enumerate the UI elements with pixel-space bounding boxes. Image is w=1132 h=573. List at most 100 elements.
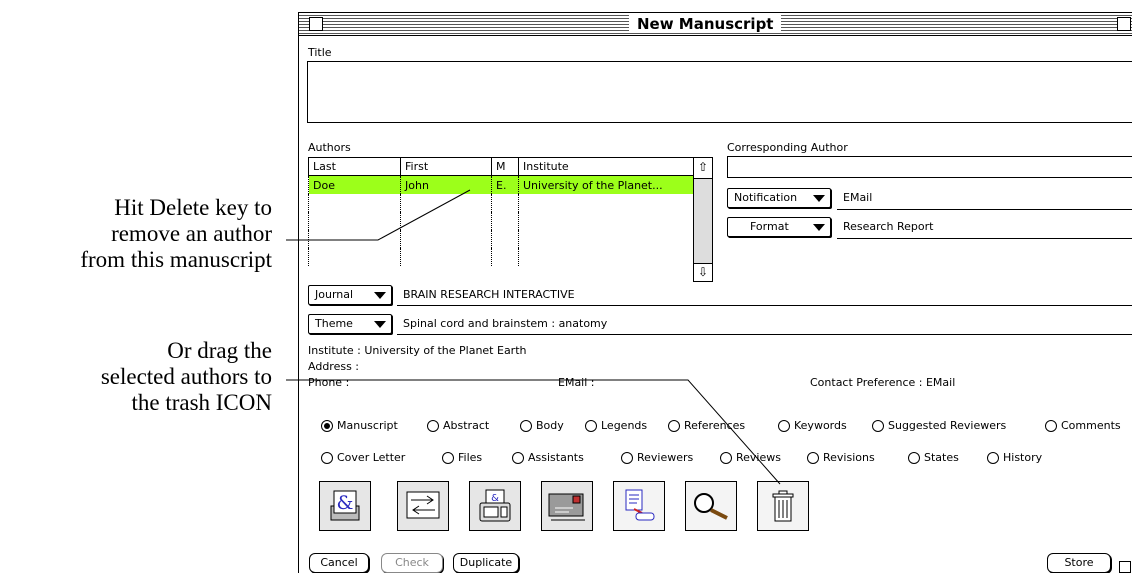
notification-popup[interactable]: Notification <box>727 188 831 208</box>
close-box[interactable] <box>309 17 323 31</box>
radio-cover-letter[interactable]: Cover Letter <box>321 451 405 464</box>
radio-files[interactable]: Files <box>442 451 482 464</box>
theme-value: Spinal cord and brainstem : anatomy <box>403 317 608 330</box>
author-row-empty[interactable] <box>308 248 694 266</box>
radio-dot-icon <box>442 451 454 464</box>
author-institute: University of the Planet... <box>518 175 694 194</box>
svg-text:&: & <box>491 493 499 504</box>
address-info: Address : <box>308 360 360 373</box>
journal-popup[interactable]: Journal <box>308 285 392 305</box>
resize-grip-icon[interactable] <box>1119 561 1131 573</box>
author-row-empty[interactable] <box>308 194 694 212</box>
radio-reviews[interactable]: Reviews <box>720 451 781 464</box>
journal-underline <box>397 305 1132 306</box>
magnifier-icon <box>694 493 728 520</box>
window-title: New Manuscript <box>629 15 782 33</box>
fax-button[interactable]: & <box>469 481 521 531</box>
format-popup[interactable]: Format <box>727 217 831 237</box>
scroll-track[interactable] <box>694 178 712 264</box>
format-popup-label: Format <box>750 220 789 233</box>
radio-revisions[interactable]: Revisions <box>807 451 875 464</box>
radio-dot-icon <box>908 451 920 464</box>
cancel-button[interactable]: Cancel <box>309 553 369 573</box>
scroll-down-arrow-icon[interactable]: ⇩ <box>696 265 710 279</box>
fax-icon: & <box>479 489 511 522</box>
format-value: Research Report <box>843 220 934 233</box>
mail-button[interactable] <box>541 481 593 531</box>
title-label: Title <box>308 46 332 59</box>
zoom-box[interactable] <box>1117 17 1131 31</box>
theme-underline <box>397 334 1132 335</box>
radio-keywords[interactable]: Keywords <box>778 419 847 432</box>
radio-abstract[interactable]: Abstract <box>427 419 489 432</box>
envelope-icon <box>548 493 585 521</box>
phone-info: Phone : <box>308 376 350 389</box>
radio-dot-icon <box>720 451 732 464</box>
author-row-empty[interactable] <box>308 212 694 230</box>
email-info: EMail : <box>558 376 595 389</box>
radio-dot-icon <box>1045 419 1057 432</box>
radio-dot-icon <box>585 419 597 432</box>
svg-text:&: & <box>337 492 354 514</box>
radio-reviewers[interactable]: Reviewers <box>621 451 693 464</box>
corresponding-author-label: Corresponding Author <box>727 141 848 154</box>
radio-dot-icon <box>668 419 680 432</box>
corresponding-author-field[interactable] <box>727 156 1132 178</box>
column-header-last[interactable]: Last <box>308 157 401 176</box>
radio-legends[interactable]: Legends <box>585 419 647 432</box>
notification-value: EMail <box>843 191 873 204</box>
drag-callout: Or drag the selected authors to the tras… <box>101 338 272 416</box>
document-export-button[interactable] <box>613 481 665 531</box>
radio-manuscript[interactable]: Manuscript <box>321 419 398 432</box>
drag-callout-line: the trash ICON <box>131 390 272 415</box>
radio-references[interactable]: References <box>668 419 745 432</box>
radio-dot-icon <box>807 451 819 464</box>
duplicate-button[interactable]: Duplicate <box>453 553 519 573</box>
column-header-middle[interactable]: M <box>491 157 519 176</box>
radio-dot-icon <box>321 451 333 464</box>
radio-dot-icon <box>512 451 524 464</box>
theme-popup[interactable]: Theme <box>308 314 392 334</box>
authors-table[interactable]: Last First M Institute Doe John E. Unive… <box>308 157 694 266</box>
store-button[interactable]: Store <box>1047 553 1111 573</box>
trash-button[interactable] <box>757 481 809 531</box>
author-row[interactable]: Doe John E. University of the Planet... <box>308 175 694 194</box>
drag-callout-line: Or drag the <box>167 338 272 363</box>
radio-dot-icon <box>427 419 439 432</box>
trash-icon <box>772 490 794 522</box>
journal-popup-label: Journal <box>315 288 354 301</box>
new-manuscript-window: New Manuscript Title Authors Last First … <box>298 12 1132 573</box>
author-first: John <box>400 175 492 194</box>
radio-assistants[interactable]: Assistants <box>512 451 584 464</box>
radio-states[interactable]: States <box>908 451 959 464</box>
popup-arrow-icon <box>813 224 825 231</box>
radio-comments[interactable]: Comments <box>1045 419 1121 432</box>
author-card-button[interactable]: & <box>319 481 371 531</box>
search-button[interactable] <box>685 481 737 531</box>
author-card-icon: & <box>330 490 360 521</box>
transfer-icon <box>406 491 440 519</box>
author-row-empty[interactable] <box>308 230 694 248</box>
document-arrow-icon <box>625 489 655 521</box>
radio-suggested-reviewers[interactable]: Suggested Reviewers <box>872 419 1006 432</box>
column-header-first[interactable]: First <box>400 157 492 176</box>
radio-dot-icon <box>778 419 790 432</box>
radio-dot-icon <box>621 451 633 464</box>
popup-arrow-icon <box>374 321 386 328</box>
notification-popup-label: Notification <box>734 191 798 204</box>
theme-popup-label: Theme <box>315 317 353 330</box>
authors-label: Authors <box>308 141 351 154</box>
institute-info: Institute : University of the Planet Ear… <box>308 344 527 357</box>
column-header-institute[interactable]: Institute <box>518 157 694 176</box>
radio-history[interactable]: History <box>987 451 1042 464</box>
drag-callout-line: selected authors to <box>100 364 272 389</box>
transfer-button[interactable] <box>397 481 449 531</box>
title-bar[interactable]: New Manuscript <box>299 13 1132 36</box>
scroll-up-arrow-icon[interactable]: ⇧ <box>696 160 710 174</box>
authors-scrollbar[interactable]: ⇧ ⇩ <box>693 157 713 282</box>
check-button[interactable]: Check <box>381 553 443 573</box>
author-last: Doe <box>308 175 401 194</box>
title-field[interactable] <box>307 61 1132 123</box>
format-underline <box>837 238 1132 239</box>
radio-body[interactable]: Body <box>520 419 564 432</box>
